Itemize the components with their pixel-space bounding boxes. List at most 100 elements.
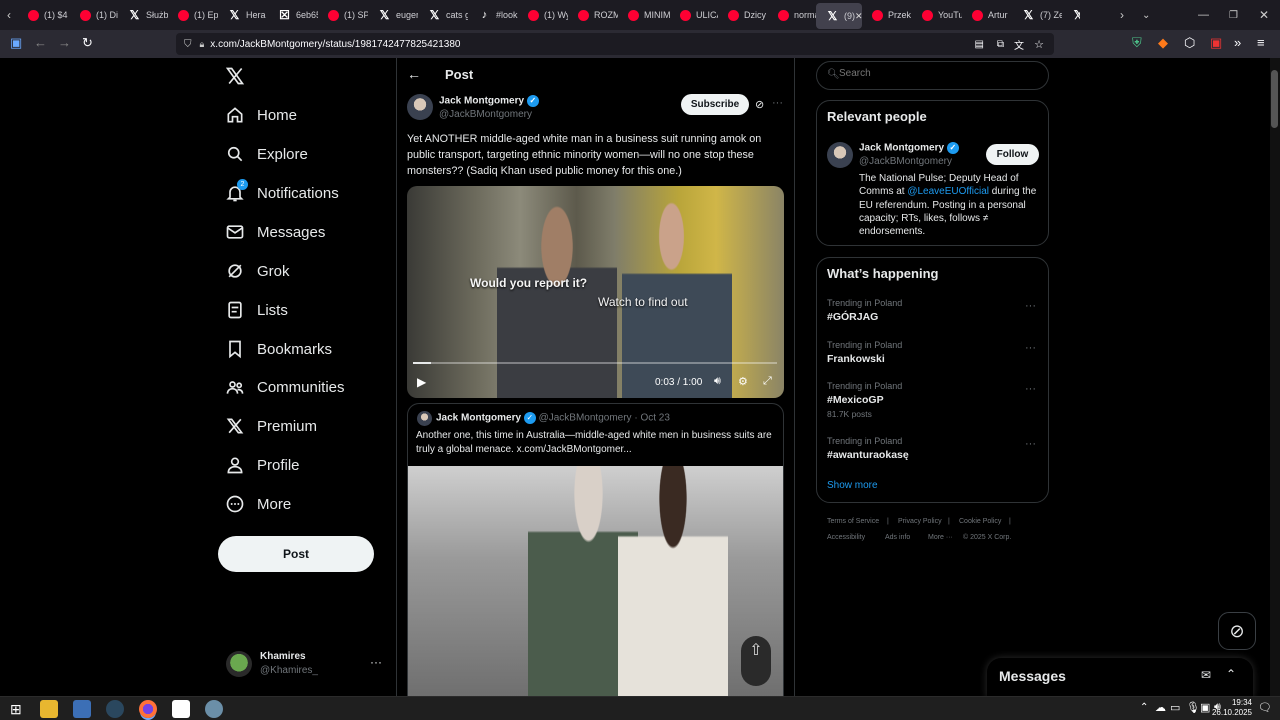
account-more-icon[interactable]: ··· (370, 655, 382, 669)
browser-tab[interactable]: (1) Di (70, 0, 118, 30)
relevant-person-name[interactable]: Jack Montgomery (859, 143, 944, 154)
bookmark-star-icon[interactable]: ☆ (1034, 38, 1044, 51)
author-name-row[interactable]: Jack Montgomery ✓ (439, 95, 539, 107)
url-bar[interactable]: ⛉ 🔒︎ x.com/JackBMontgomery/status/198174… (176, 33, 1054, 55)
tracking-shield-icon[interactable]: ⛉ (184, 39, 192, 50)
video-progress-track[interactable] (413, 362, 777, 364)
nav-item-communities[interactable]: Communities (224, 372, 345, 402)
footer-link[interactable]: Privacy Policy (898, 518, 942, 525)
quoted-media-image[interactable]: ⇧ (408, 466, 783, 696)
video-player[interactable]: Would you report it? Watch to find out ▶… (407, 186, 784, 398)
browser-tab[interactable]: ☒ 6eb65 (268, 0, 318, 30)
tray-chevron-icon[interactable]: ⌃ (1140, 702, 1148, 713)
browser-tab[interactable]: 𝕏cats g (418, 0, 468, 30)
scroll-to-top-arrow-icon[interactable]: ⇧ (741, 636, 771, 686)
tab-scroll-right-icon[interactable]: › (1120, 8, 1124, 22)
x-logo-icon[interactable] (225, 66, 245, 86)
author-avatar[interactable] (407, 94, 433, 120)
search-input[interactable] (839, 68, 1039, 79)
account-switcher[interactable]: Khamires @Khamires_ ··· (226, 650, 386, 680)
clock-time[interactable]: 19:34 (1206, 698, 1252, 707)
show-more-link[interactable]: Show more (827, 480, 878, 491)
screenshot-icon[interactable]: ⧉ (997, 39, 1004, 50)
close-tab-icon[interactable]: ✕ (855, 11, 862, 22)
browser-tab[interactable]: 𝕏 (9) ✕ (816, 3, 862, 29)
browser-tab[interactable]: ULICA (670, 0, 718, 30)
back-icon[interactable]: ← (34, 35, 47, 50)
extension-badge-icon[interactable]: ▣ (1210, 35, 1222, 51)
relevant-person-avatar[interactable] (827, 142, 853, 168)
clock-date[interactable]: 26.10.2025 (1196, 708, 1252, 717)
browser-tab[interactable]: YouTu (912, 0, 962, 30)
trend-item[interactable]: Trending in Poland Frankowski ··· (827, 340, 1042, 365)
search-box[interactable]: 🔍︎ (816, 61, 1049, 90)
scrollbar-thumb[interactable] (1271, 70, 1278, 128)
bio-mention-link[interactable]: @LeaveEUOfficial (907, 186, 989, 197)
notification-center-icon[interactable]: 🗨︎ (1258, 701, 1272, 714)
browser-tab[interactable]: norma (768, 0, 816, 30)
nav-item-explore[interactable]: Explore (224, 139, 308, 169)
video-settings-icon[interactable]: ⚙ (738, 375, 748, 388)
footer-link[interactable]: More ··· (928, 534, 953, 541)
close-window-icon[interactable]: ✕ (1259, 8, 1269, 22)
overflow-chevron-icon[interactable]: » (1234, 35, 1241, 50)
browser-tab[interactable]: (1) SP (318, 0, 368, 30)
nav-item-premium[interactable]: Premium (224, 411, 317, 441)
nav-item-home[interactable]: Home (224, 100, 297, 130)
post-button[interactable]: Post (218, 536, 374, 572)
play-icon[interactable]: ▶ (417, 375, 426, 389)
taskbar-app-white-icon[interactable] (172, 700, 190, 718)
steam-icon[interactable] (106, 700, 124, 718)
trend-more-icon[interactable]: ··· (1025, 342, 1036, 354)
extensions-puzzle-icon[interactable]: ⬡ (1184, 35, 1195, 51)
browser-tab[interactable]: (1) $4 (18, 0, 70, 30)
browser-tab[interactable]: 𝕏euger (368, 0, 418, 30)
extension-fox-icon[interactable]: ◆ (1158, 35, 1168, 51)
taskbar-app-blue-icon[interactable] (73, 700, 91, 718)
browser-tab[interactable]: MINIM (618, 0, 670, 30)
browser-tab[interactable]: 𝕏 (1062, 0, 1080, 30)
nav-item-more[interactable]: More (224, 489, 291, 519)
nav-item-profile[interactable]: Profile (224, 450, 300, 480)
browser-tab[interactable]: 𝕏 Hera (218, 0, 268, 30)
reader-view-icon[interactable]: ▤ (975, 39, 984, 50)
trend-item[interactable]: Trending in Poland #awanturaokasę ··· (827, 436, 1042, 461)
post-more-icon[interactable]: ··· (772, 97, 783, 109)
back-arrow-icon[interactable]: ← (407, 66, 421, 82)
author-name[interactable]: Jack Montgomery (439, 96, 524, 107)
grok-floating-button[interactable]: ⊘ (1218, 612, 1256, 650)
trend-more-icon[interactable]: ··· (1025, 383, 1036, 395)
footer-link[interactable]: Terms of Service (827, 518, 879, 525)
browser-tab[interactable]: ROZM (568, 0, 618, 30)
nav-item-notifications[interactable]: 2 Notifications (224, 178, 339, 208)
footer-link[interactable]: Ads info (885, 534, 910, 541)
footer-link[interactable]: Cookie Policy (959, 518, 1001, 525)
browser-tab[interactable]: Dzicy (718, 0, 768, 30)
nav-item-lists[interactable]: Lists (224, 295, 288, 325)
trend-more-icon[interactable]: ··· (1025, 300, 1036, 312)
onedrive-icon[interactable]: ☁ (1155, 701, 1166, 714)
nav-item-messages[interactable]: Messages (224, 217, 325, 247)
follow-button[interactable]: Follow (986, 144, 1039, 165)
restore-window-icon[interactable]: ❐ (1229, 10, 1238, 21)
minimize-window-icon[interactable]: — (1198, 9, 1209, 21)
relevant-person-name-row[interactable]: Jack Montgomery ✓ (859, 142, 959, 154)
tab-scroll-left-icon[interactable]: ‹ (0, 8, 18, 22)
page-scrollbar[interactable] (1270, 58, 1280, 696)
relevant-person-handle[interactable]: @JackBMontgomery (859, 156, 952, 167)
firefox-icon[interactable] (139, 700, 157, 718)
footer-link[interactable]: Accessibility (827, 534, 865, 541)
battery-icon[interactable]: ▭ (1170, 701, 1180, 714)
browser-tab[interactable]: Przek (862, 0, 912, 30)
browser-tab[interactable]: 𝕏 (7) Ze (1012, 0, 1062, 30)
browser-tab[interactable]: (1) Ep (168, 0, 218, 30)
fullscreen-icon[interactable]: ⤢ (763, 375, 772, 388)
reload-icon[interactable]: ↻ (82, 35, 93, 51)
browser-tab[interactable]: 𝕏 Służb (118, 0, 168, 30)
new-message-icon[interactable]: ✉ (1201, 668, 1211, 682)
volume-icon[interactable]: 🔊︎ (714, 375, 721, 388)
trend-item[interactable]: Trending in Poland #MexicoGP 81.7K posts ··… (827, 381, 1042, 419)
browser-tab[interactable]: ♪ #look (468, 0, 518, 30)
quoted-post[interactable]: Jack Montgomery ✓ @JackBMontgomery · Oct… (407, 403, 784, 696)
grok-icon[interactable]: ⊘ (755, 98, 764, 111)
